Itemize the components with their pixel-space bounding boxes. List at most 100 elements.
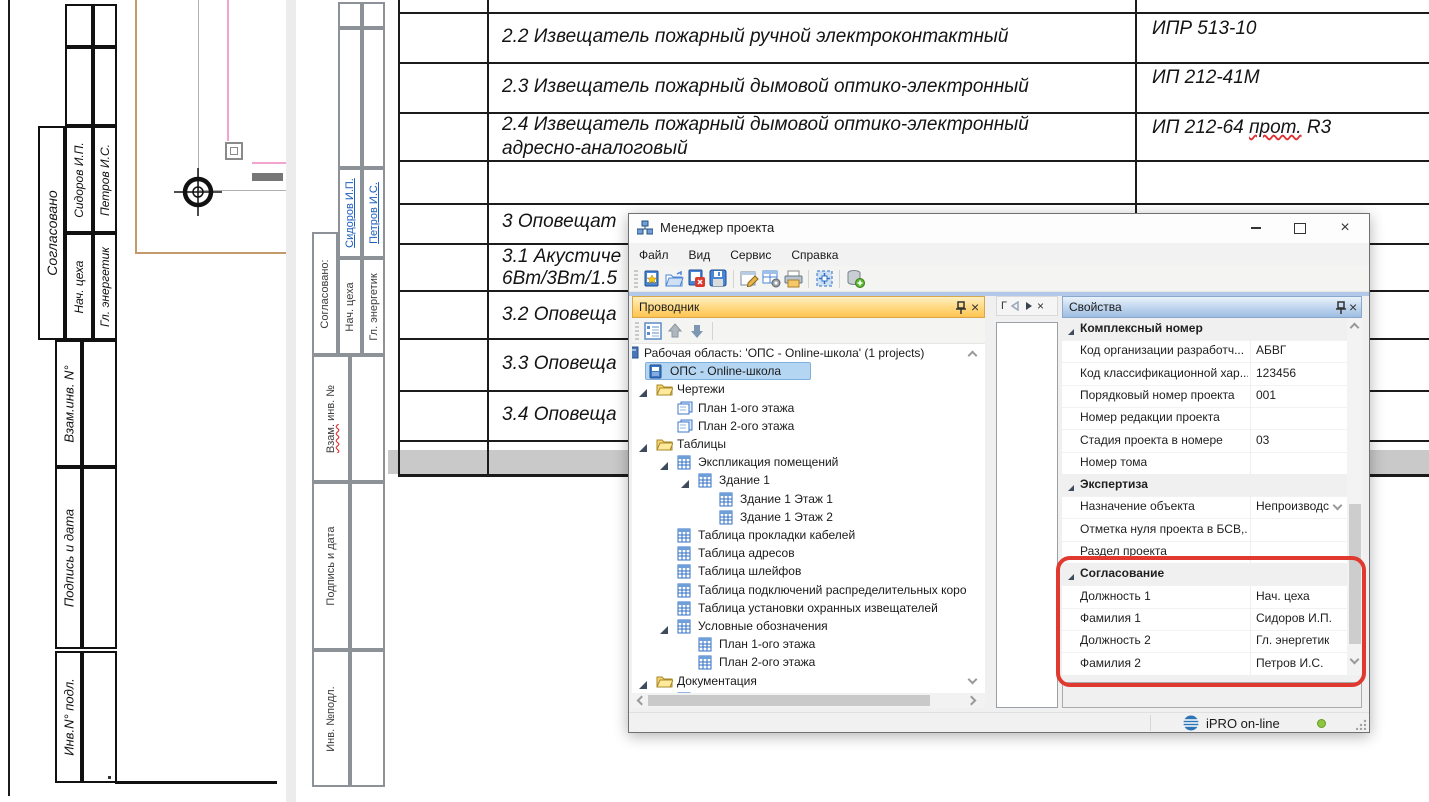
property-value[interactable]: Сидоров И.П. xyxy=(1256,611,1332,625)
property-row[interactable]: Код организации разработч...АБВГ xyxy=(1062,340,1347,363)
properties-vscrollbar[interactable] xyxy=(1347,318,1363,675)
expand-arrow-icon[interactable] xyxy=(680,476,690,494)
menu-item-Сервис[interactable]: Сервис xyxy=(720,244,781,266)
property-row[interactable]: Код классификационной хар...123456 xyxy=(1062,363,1347,386)
expand-arrow-icon[interactable] xyxy=(638,677,648,693)
tree-item[interactable]: Здание 1 xyxy=(719,473,770,487)
property-value[interactable]: Нач. цеха xyxy=(1256,589,1310,603)
print-icon[interactable] xyxy=(782,268,804,290)
tree-item[interactable]: Рабочая область: 'ОПС - Online-школа' (1… xyxy=(644,346,924,360)
move-down-icon[interactable] xyxy=(686,320,708,342)
expand-arrow-icon[interactable] xyxy=(1067,570,1075,584)
move-up-icon[interactable] xyxy=(664,320,686,342)
close-project-icon[interactable] xyxy=(685,268,707,290)
expand-arrow-icon[interactable] xyxy=(638,440,648,458)
tree-item[interactable]: Здание 1 Этаж 2 xyxy=(740,510,833,524)
property-row[interactable]: Назначение объектаНепроизводс xyxy=(1062,496,1347,519)
property-group-row[interactable]: Согласование xyxy=(1062,563,1347,586)
tree-hscrollbar[interactable] xyxy=(632,693,985,708)
property-value[interactable]: Гл. энергетик xyxy=(1256,633,1329,647)
tree-item[interactable]: Экспликация помещений xyxy=(698,455,838,469)
dropdown-chevron-icon[interactable] xyxy=(1333,501,1343,511)
hscroll-thumb[interactable] xyxy=(648,695,930,706)
resize-grip[interactable] xyxy=(1356,719,1367,730)
pin-icon[interactable] xyxy=(955,301,967,315)
scroll-up-icon[interactable] xyxy=(1350,323,1360,333)
property-group-label: Комплексный номер xyxy=(1080,321,1203,335)
database-add-icon[interactable] xyxy=(844,268,866,290)
explorer-tree[interactable]: Рабочая область: 'ОПС - Online-школа' (1… xyxy=(632,344,985,693)
tree-item[interactable]: Таблица установки охранных извещателей xyxy=(698,601,938,615)
properties-grid[interactable]: Комплексный номер Код организации разрабо… xyxy=(1062,318,1347,675)
tree-item[interactable]: Таблица шлейфов xyxy=(698,564,801,578)
tree-item[interactable]: Таблица адресов xyxy=(698,546,795,560)
tree-item[interactable]: План 2-ого этажа xyxy=(698,419,794,433)
nav-forward-icon[interactable] xyxy=(1024,301,1033,311)
scroll-right-icon[interactable] xyxy=(967,696,977,706)
scroll-down-icon[interactable] xyxy=(1350,655,1360,665)
vscroll-thumb[interactable] xyxy=(1349,504,1361,644)
tree-item[interactable]: Чертежи xyxy=(677,382,725,396)
expand-arrow-icon[interactable] xyxy=(638,385,648,403)
property-value[interactable]: 001 xyxy=(1256,388,1276,402)
property-row[interactable]: Стадия проекта в номере03 xyxy=(1062,430,1347,453)
plan-frame-line xyxy=(135,252,286,254)
tree-item[interactable]: Таблица прокладки кабелей xyxy=(698,528,855,542)
preview-tab-fragment[interactable]: Г xyxy=(1001,300,1007,312)
open-project-icon[interactable] xyxy=(663,268,685,290)
titleblock2-name2[interactable]: Петров И.С. xyxy=(368,182,380,244)
menu-item-Справка[interactable]: Справка xyxy=(781,244,848,266)
new-project-icon[interactable] xyxy=(641,268,663,290)
tree-item[interactable]: План 1-ого этажа xyxy=(719,637,815,651)
scroll-left-icon[interactable] xyxy=(637,696,647,706)
close-button[interactable]: × xyxy=(1324,216,1366,240)
property-row[interactable]: Номер редакции проекта xyxy=(1062,407,1347,430)
tree-item[interactable]: План 1-ого этажа xyxy=(698,401,794,415)
property-row[interactable]: Фамилия 1Сидоров И.П. xyxy=(1062,608,1347,631)
property-group-row[interactable]: Экспертиза xyxy=(1062,474,1347,497)
expand-arrow-icon[interactable] xyxy=(1067,481,1075,495)
explorer-panel-header[interactable]: Проводник × xyxy=(632,296,985,318)
property-value[interactable]: 123456 xyxy=(1256,366,1296,380)
menu-item-Вид[interactable]: Вид xyxy=(679,244,721,266)
tree-item[interactable]: ОПС - Online-школа xyxy=(670,364,781,378)
tree-item[interactable]: Здание 1 Этаж 1 xyxy=(740,492,833,506)
tree-item[interactable]: Таблицы xyxy=(677,437,726,451)
property-value[interactable]: Непроизводс xyxy=(1256,499,1329,513)
property-row[interactable]: Фамилия 2Петров И.С. xyxy=(1062,653,1347,675)
titleblock2-name1[interactable]: Сидоров И.П. xyxy=(344,178,356,248)
property-row[interactable]: Порядковый номер проекта001 xyxy=(1062,385,1347,408)
properties-panel-header[interactable]: Свойства × xyxy=(1062,296,1362,318)
titleblock1-vzam-label: Взам.инв. N° xyxy=(61,365,76,442)
expand-arrow-icon[interactable] xyxy=(1067,325,1075,339)
property-value[interactable]: 03 xyxy=(1256,433,1269,447)
project-properties-icon[interactable] xyxy=(738,268,760,290)
menu-item-Файл[interactable]: Файл xyxy=(629,244,679,266)
property-value[interactable]: Петров И.С. xyxy=(1256,656,1323,670)
expand-arrow-icon[interactable] xyxy=(659,622,669,640)
preview-close-icon[interactable]: × xyxy=(1037,299,1044,313)
expand-arrow-icon[interactable] xyxy=(659,458,669,476)
tree-item[interactable]: Таблица подключений распределительных ко… xyxy=(698,583,967,597)
pin-icon[interactable] xyxy=(1335,301,1347,315)
explorer-close-icon[interactable]: × xyxy=(971,299,979,315)
property-row[interactable]: Должность 1Нач. цеха xyxy=(1062,586,1347,609)
property-name: Раздел проекта xyxy=(1080,544,1167,558)
property-row[interactable]: Раздел проекта xyxy=(1062,541,1347,564)
property-row[interactable]: Отметка нуля проекта в БСВ,... xyxy=(1062,519,1347,542)
tree-item[interactable]: Условные обозначения xyxy=(698,619,828,633)
tree-view-toggle-icon[interactable] xyxy=(642,320,664,342)
property-row[interactable]: Номер тома xyxy=(1062,452,1347,475)
nav-back-icon[interactable] xyxy=(1011,301,1020,311)
plan-settings-icon[interactable] xyxy=(813,268,835,290)
save-project-icon[interactable] xyxy=(707,268,729,290)
properties-close-icon[interactable]: × xyxy=(1349,299,1357,315)
minimize-button[interactable] xyxy=(1236,216,1276,240)
maximize-button[interactable] xyxy=(1280,216,1320,240)
tree-item[interactable]: Документация xyxy=(677,674,757,688)
property-group-row[interactable]: Комплексный номер xyxy=(1062,318,1347,341)
property-row[interactable]: Должность 2Гл. энергетик xyxy=(1062,630,1347,653)
tree-item[interactable]: План 2-ого этажа xyxy=(719,655,815,669)
table-settings-icon[interactable] xyxy=(760,268,782,290)
property-value[interactable]: АБВГ xyxy=(1256,343,1286,357)
